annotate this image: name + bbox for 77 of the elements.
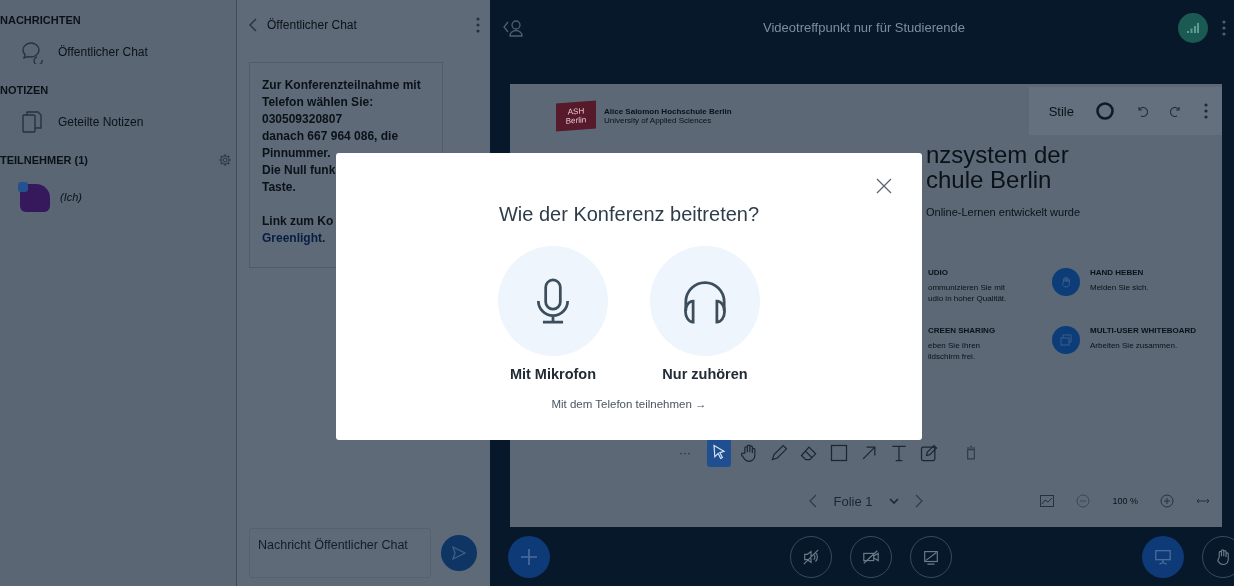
send-button[interactable] [441, 535, 477, 571]
close-icon[interactable] [876, 178, 892, 194]
speaker-muted-icon [802, 547, 820, 566]
feature-title: UDIO [928, 268, 949, 278]
message-text: 030509320807 [262, 111, 343, 128]
user-name[interactable]: (Ich) [60, 191, 82, 203]
kebab-menu-icon[interactable] [476, 17, 480, 33]
feature-title: CREEN SHARING [928, 326, 996, 336]
logo-name: Alice Salomon Hochschule Berlin [604, 107, 732, 117]
text-tool-icon [889, 443, 909, 464]
rectangle-icon [829, 443, 849, 464]
undo-icon[interactable] [1136, 105, 1148, 118]
slide-subtitle: Online-Lernen entwickelt wurde [926, 206, 1082, 219]
previous-slide-icon[interactable] [809, 494, 818, 509]
hand-glyph-icon [1060, 276, 1072, 289]
feature-title: HAND HEBEN [1090, 268, 1145, 278]
meeting-title: Videotreffpunkt nur für Studierende [763, 20, 965, 35]
windows-glyph-icon [1060, 334, 1072, 347]
message-text: Taste. [262, 179, 296, 196]
slide-selector[interactable]: Folie 1 [833, 493, 873, 509]
tool-button[interactable] [707, 439, 731, 468]
message-text: Telefon wählen Sie: [262, 94, 374, 111]
redo-icon[interactable] [1170, 105, 1182, 118]
message-text: Die Null funk [262, 162, 336, 179]
gear-icon[interactable] [218, 153, 232, 167]
user-list-toggle-icon[interactable] [502, 18, 524, 37]
circle-color-icon[interactable] [1096, 102, 1114, 121]
logo-badge: ASH Berlin [556, 100, 596, 132]
presentation-screen-icon [1154, 547, 1172, 566]
style-label: Stile [1048, 103, 1074, 119]
logo-subtitle: University of Applied Sciences [604, 116, 713, 126]
feature-text: ildschirm frei. [928, 351, 977, 363]
note-icon [919, 443, 939, 464]
feature-text: udio in hoher Qualität. [928, 293, 1007, 305]
actions-button[interactable] [508, 535, 550, 578]
feature-text: ommunizieren Sie mit [928, 282, 1006, 294]
back-chevron-icon[interactable] [249, 18, 257, 32]
kebab-menu-icon[interactable] [1204, 103, 1208, 120]
feature-text: Melden Sie sich. [1090, 282, 1149, 294]
fit-width-icon[interactable] [1196, 497, 1210, 506]
feature-text: eben Sie Ihren [928, 340, 982, 352]
zoom-in-icon[interactable] [1160, 494, 1174, 509]
zoom-out-icon[interactable] [1076, 494, 1091, 509]
slide-heading: nzsystem der [926, 142, 1070, 168]
section-heading: NACHRICHTEN [0, 14, 81, 26]
chat-title: Öffentlicher Chat [267, 18, 358, 32]
hand-icon [1214, 547, 1232, 566]
sidebar-item[interactable]: Geteilte Notizen [58, 115, 144, 129]
documents-icon [20, 110, 44, 134]
message-text: Zur Konferenzteilnahme mit [262, 77, 421, 94]
message-text: Pinnummer. [262, 145, 331, 162]
pencil-icon [769, 443, 789, 464]
chart-icon[interactable] [1040, 495, 1055, 508]
message-text: Link zum Ko [262, 213, 334, 230]
kebab-menu-icon[interactable] [1222, 19, 1226, 36]
more-tools-button[interactable]: ··· [679, 446, 691, 461]
send-icon [451, 545, 467, 561]
next-slide-icon[interactable] [914, 494, 923, 509]
presentation-button[interactable] [1142, 535, 1184, 578]
plus-icon [520, 547, 538, 566]
message-input-field[interactable]: Nachricht Öffentlicher Chat [249, 528, 431, 578]
zoom-level: 100 % [1112, 496, 1138, 507]
greenlight-link[interactable]: Greenlight. [262, 230, 326, 247]
slide-heading: chule Berlin [926, 167, 1053, 193]
modal-title: Wie der Konferenz beitreten? [498, 203, 760, 226]
section-heading: NOTIZEN [0, 84, 49, 96]
chat-bubbles-icon [20, 40, 44, 64]
feature-title: MULTI-USER WHITEBOARD [1090, 326, 1197, 336]
phone-join-link[interactable]: Mit dem Telefon teilnehmen → [551, 398, 707, 410]
message-text: danach 667 964 086, die [262, 128, 399, 145]
connection-status-button[interactable] [1178, 12, 1208, 43]
user-avatar[interactable] [18, 182, 50, 212]
feature-text: Arbeiten Sie zusammen. [1090, 340, 1179, 352]
sidebar-item[interactable]: Öffentlicher Chat [58, 45, 148, 59]
section-heading: TEILNEHMER (1) [0, 154, 88, 166]
signal-bars-icon [1187, 21, 1199, 34]
chevron-down-icon[interactable] [888, 498, 899, 505]
